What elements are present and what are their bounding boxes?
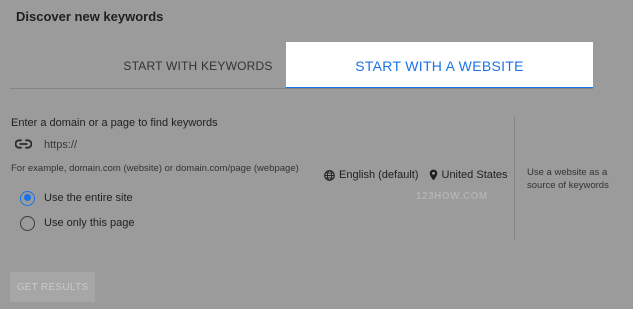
location-label: United States	[441, 169, 508, 181]
domain-example-hint: For example, domain.com (website) or dom…	[11, 163, 299, 174]
tab-start-with-keywords[interactable]: START WITH KEYWORDS	[110, 42, 286, 89]
radio-only-this-page[interactable]: Use only this page	[20, 214, 135, 232]
location-selector[interactable]: United States	[429, 169, 508, 181]
watermark: 123HOW.COM	[416, 191, 488, 202]
tab-bar: START WITH KEYWORDS START WITH A WEBSITE	[0, 42, 633, 89]
tab-start-with-website-label: START WITH A WEBSITE	[355, 57, 524, 74]
radio-only-this-page-label: Use only this page	[44, 217, 135, 229]
url-input[interactable]	[44, 139, 264, 151]
radio-entire-site[interactable]: Use the entire site	[20, 189, 133, 207]
radio-only-this-page-button[interactable]	[20, 215, 35, 231]
link-icon	[14, 136, 33, 154]
globe-icon	[324, 169, 335, 181]
tab-bar-divider	[10, 88, 593, 89]
domain-field-label: Enter a domain or a page to find keyword…	[11, 117, 218, 129]
location-pin-icon	[429, 169, 437, 181]
tab-start-with-website[interactable]: START WITH A WEBSITE	[286, 42, 593, 89]
get-results-button[interactable]: GET RESULTS	[10, 272, 95, 302]
language-label: English (default)	[339, 169, 419, 181]
language-selector[interactable]: English (default)	[324, 169, 419, 181]
radio-entire-site-button[interactable]	[20, 190, 35, 206]
vertical-divider	[514, 116, 515, 240]
locale-settings: English (default) United States	[324, 168, 508, 182]
radio-entire-site-label: Use the entire site	[44, 192, 133, 204]
url-input-row	[14, 136, 264, 154]
dialog-title: Discover new keywords	[16, 9, 164, 24]
side-note: Use a website as a source of keywords	[527, 167, 609, 191]
